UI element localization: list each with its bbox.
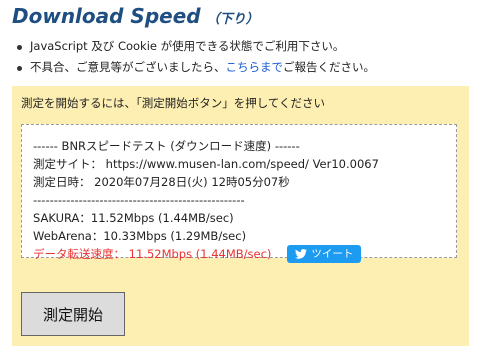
start-measurement-button[interactable]: 測定開始 [21,292,125,336]
note-text: 不具合、ご意見等がございましたら、 [30,60,226,74]
result-box: ------ BNRスピードテスト (ダウンロード速度) ------ 測定サイ… [21,124,457,263]
title-text: Download Speed [12,4,201,28]
contact-link[interactable]: こちらまで [226,60,284,74]
note-text: JavaScript 及び Cookie が使用できる状態でご利用下さい。 [30,39,345,53]
result-line: ------ BNRスピードテスト (ダウンロード速度) ------ [33,139,300,153]
twitter-bird-icon [295,249,308,259]
result-transfer-row: データ転送速度： 11.52Mbps (1.44MB/sec) ツイート [33,245,456,263]
note-text: ご報告ください。 [283,60,375,74]
tweet-label: ツイート [311,248,354,260]
result-separator: ----------------------------------------… [33,193,245,207]
note-item: 不具合、ご意見等がございましたら、こちらまでご報告ください。 [14,57,375,78]
instruction-text: 測定を開始するには、「測定開始ボタン」を押してください [21,96,326,110]
note-item: JavaScript 及び Cookie が使用できる状態でご利用下さい。 [14,36,375,57]
result-transfer-speed: データ転送速度： 11.52Mbps (1.44MB/sec) [33,247,272,261]
title-subtitle: （下り） [206,12,259,27]
result-datetime: 測定日時： 2020年07月28日(火) 12時05分07秒 [33,175,290,189]
result-site: 測定サイト： https://www.musen-lan.com/speed/ … [33,157,379,171]
notes-list: JavaScript 及び Cookie が使用できる状態でご利用下さい。 不具… [14,36,375,78]
speedtest-panel: 測定を開始するには、「測定開始ボタン」を押してください ------ BNRスピ… [12,86,469,346]
result-sakura: SAKURA：11.52Mbps (1.44MB/sec) [33,211,234,225]
result-webarena: WebArena：10.33Mbps (1.29MB/sec) [33,229,247,243]
tweet-button[interactable]: ツイート [287,245,362,263]
page-title: Download Speed （下り） [12,4,259,28]
